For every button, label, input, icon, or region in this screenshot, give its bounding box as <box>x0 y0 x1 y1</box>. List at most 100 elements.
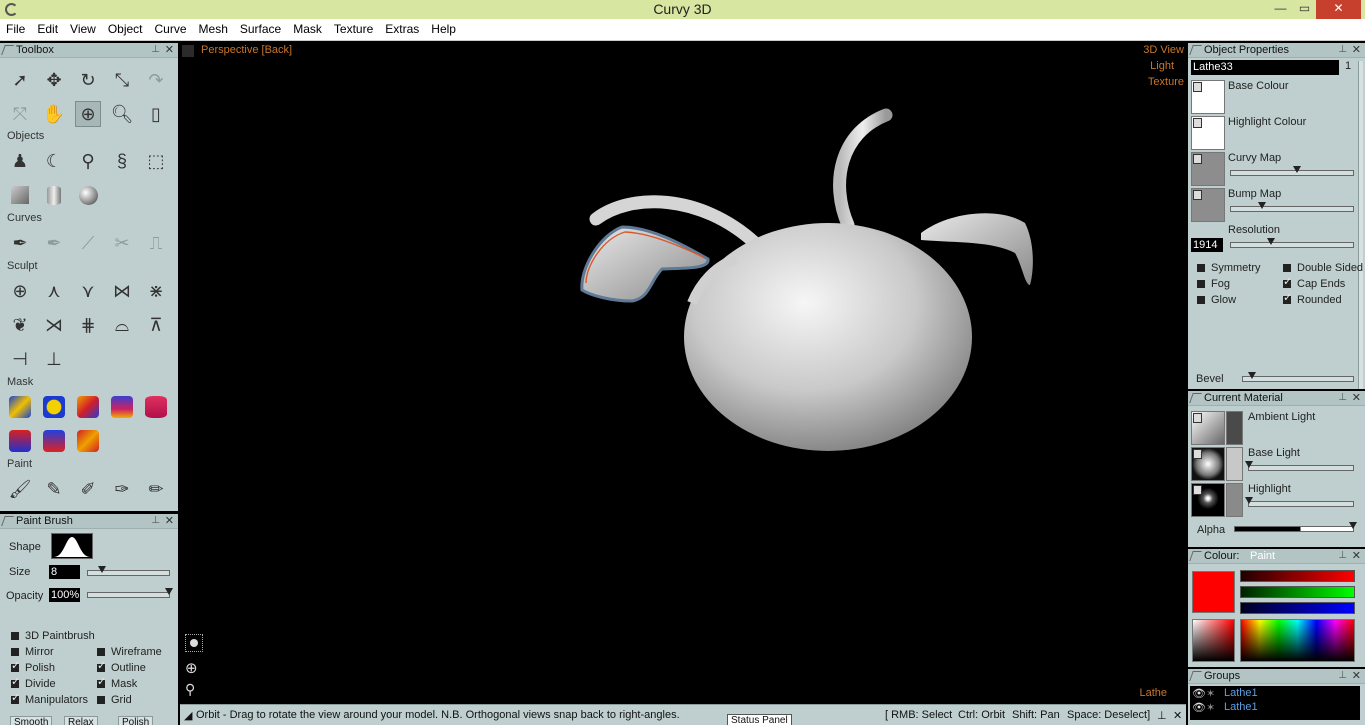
option-divide[interactable]: Divide <box>11 676 56 691</box>
pan-hand-icon[interactable]: ✋ <box>41 101 67 127</box>
size-slider[interactable] <box>87 566 170 576</box>
colour-header[interactable]: Colour: Paint ⊥ ✕ <box>1188 549 1365 564</box>
sculpt-tool-12-icon[interactable]: ⊥ <box>41 346 67 372</box>
sculpt-tool-11-icon[interactable]: ⊣ <box>7 346 33 372</box>
sculpt-tool-8-icon[interactable]: ⋕ <box>75 312 101 338</box>
current-colour-swatch[interactable] <box>1192 571 1235 613</box>
brush-object-icon[interactable]: ⚲ <box>75 148 101 174</box>
eye-icon[interactable]: 👁︎ <box>1192 687 1206 700</box>
lock-icon[interactable] <box>1193 118 1202 128</box>
surface-object-icon[interactable]: ⬚ <box>143 148 169 174</box>
option-symmetry[interactable]: Symmetry <box>1197 262 1261 275</box>
groups-header[interactable]: Groups ⊥ ✕ <box>1188 669 1365 684</box>
highlight-slider[interactable] <box>1245 497 1354 507</box>
close-panel-icon[interactable]: ✕ <box>1352 391 1361 404</box>
mask-tool-3-icon[interactable] <box>75 394 101 420</box>
mask-tool-5-icon[interactable] <box>143 394 169 420</box>
colour-mode[interactable]: Paint <box>1250 550 1275 562</box>
curve-tool-3-icon[interactable]: ⟋ <box>75 230 101 256</box>
orbit-view-icon[interactable] <box>185 634 203 652</box>
opacity-slider[interactable] <box>87 588 173 598</box>
sculpt-tool-3-icon[interactable]: ⋎ <box>75 278 101 304</box>
move-tool-icon[interactable]: ✥ <box>41 67 67 93</box>
sculpt-tool-9-icon[interactable]: ⌓ <box>109 312 135 338</box>
sphere-object-icon[interactable] <box>75 182 101 208</box>
zoom-tool-icon[interactable]: 🔍︎ <box>109 101 135 127</box>
maximize-button[interactable]: ▭ <box>1291 0 1318 19</box>
alpha-slider[interactable] <box>1234 522 1357 532</box>
mask-tool-4-icon[interactable] <box>109 394 135 420</box>
lock-icon[interactable] <box>1193 82 1202 92</box>
lathe-object-icon[interactable]: ♟ <box>7 148 33 174</box>
pin-icon[interactable]: ⊥ <box>1338 44 1347 55</box>
menu-surface[interactable]: Surface <box>234 19 287 40</box>
tube-object-icon[interactable]: ☾ <box>41 148 67 174</box>
sculpt-tool-7-icon[interactable]: ⋊ <box>41 312 67 338</box>
paint-tool-5-icon[interactable]: ✏ <box>143 476 169 502</box>
red-channel-slider[interactable] <box>1240 570 1355 582</box>
option-grid[interactable]: Grid <box>97 694 132 707</box>
option-glow[interactable]: Glow <box>1197 294 1236 307</box>
menu-edit[interactable]: Edit <box>31 19 64 40</box>
pin-icon[interactable]: ⊥ <box>1157 709 1167 722</box>
pin-icon[interactable]: ⊥ <box>1338 550 1347 561</box>
mask-tool-8-icon[interactable] <box>75 428 101 454</box>
sculpt-tool-1-icon[interactable]: ⊕ <box>7 278 33 304</box>
hue-picker[interactable] <box>1240 619 1355 662</box>
lock-icon[interactable] <box>1193 485 1202 495</box>
option-mirror[interactable]: Mirror <box>11 646 54 659</box>
option-manipulators[interactable]: Manipulators <box>11 692 88 707</box>
sculpt-tool-6-icon[interactable]: ❦ <box>7 312 33 338</box>
paint-tool-1-icon[interactable]: 🖌︎ <box>7 476 33 502</box>
bump-map-slider[interactable] <box>1230 202 1354 212</box>
tab-polish[interactable]: Polish <box>118 716 154 725</box>
option-mask[interactable]: Mask <box>97 676 137 691</box>
option-double-sided[interactable]: Double Sided <box>1283 262 1363 275</box>
page-tool-icon[interactable]: ▯ <box>143 101 169 127</box>
option-3d-paintbrush[interactable]: 3D Paintbrush <box>11 630 95 643</box>
menu-object[interactable]: Object <box>102 19 149 40</box>
opacity-field[interactable]: 100% <box>49 588 80 602</box>
close-panel-icon[interactable]: ✕ <box>1352 43 1361 56</box>
pin-icon[interactable]: ⊥ <box>151 515 160 526</box>
star-icon[interactable]: ✶ <box>1206 701 1215 714</box>
highlight-swatch[interactable] <box>1226 483 1243 517</box>
group-item[interactable]: Lathe1 <box>1224 687 1258 699</box>
cube-object-icon[interactable] <box>7 182 33 208</box>
close-panel-icon[interactable]: ✕ <box>1352 669 1361 682</box>
blue-channel-slider[interactable] <box>1240 602 1355 614</box>
current-material-header[interactable]: Current Material ⊥ ✕ <box>1188 391 1365 406</box>
close-button[interactable]: ✕ <box>1316 0 1361 19</box>
resolution-slider[interactable] <box>1230 238 1354 248</box>
minimize-button[interactable]: — <box>1267 0 1294 19</box>
option-polish[interactable]: Polish <box>11 660 55 675</box>
spiral-object-icon[interactable]: § <box>109 148 135 174</box>
mask-tool-2-icon[interactable] <box>41 394 67 420</box>
mask-tool-1-icon[interactable] <box>7 394 33 420</box>
paint-tool-4-icon[interactable]: ✑ <box>109 476 135 502</box>
curve-tool-5-icon[interactable]: ⎍ <box>143 230 169 256</box>
pin-icon[interactable]: ⊥ <box>151 44 160 55</box>
resolution-field[interactable]: 1914 <box>1191 238 1223 252</box>
sculpt-tool-10-icon[interactable]: ⊼ <box>143 312 169 338</box>
bevel-slider[interactable] <box>1242 372 1354 382</box>
object-name-field[interactable]: Lathe33 <box>1191 60 1339 75</box>
mask-tool-6-icon[interactable] <box>7 428 33 454</box>
menu-extras[interactable]: Extras <box>379 19 425 40</box>
lock-icon[interactable] <box>1193 154 1202 164</box>
brush-shape-preview[interactable] <box>51 533 93 559</box>
menu-mask[interactable]: Mask <box>287 19 328 40</box>
properties-scrollbar[interactable] <box>1358 61 1363 389</box>
option-outline[interactable]: Outline <box>97 660 146 675</box>
option-fog[interactable]: Fog <box>1197 278 1230 291</box>
size-field[interactable]: 8 <box>49 565 80 579</box>
ambient-light-swatch[interactable] <box>1226 411 1243 445</box>
menu-curve[interactable]: Curve <box>149 19 193 40</box>
mask-tool-7-icon[interactable] <box>41 428 67 454</box>
pin-icon[interactable]: ⊥ <box>1338 392 1347 403</box>
tab-relax[interactable]: Relax <box>64 716 98 725</box>
cylinder-object-icon[interactable] <box>41 182 67 208</box>
3d-viewport[interactable]: Perspective [Back] 3D View Light Texture… <box>180 43 1186 704</box>
saturation-picker[interactable] <box>1192 619 1235 662</box>
status-panel-tab[interactable]: Status Panel <box>727 714 792 725</box>
